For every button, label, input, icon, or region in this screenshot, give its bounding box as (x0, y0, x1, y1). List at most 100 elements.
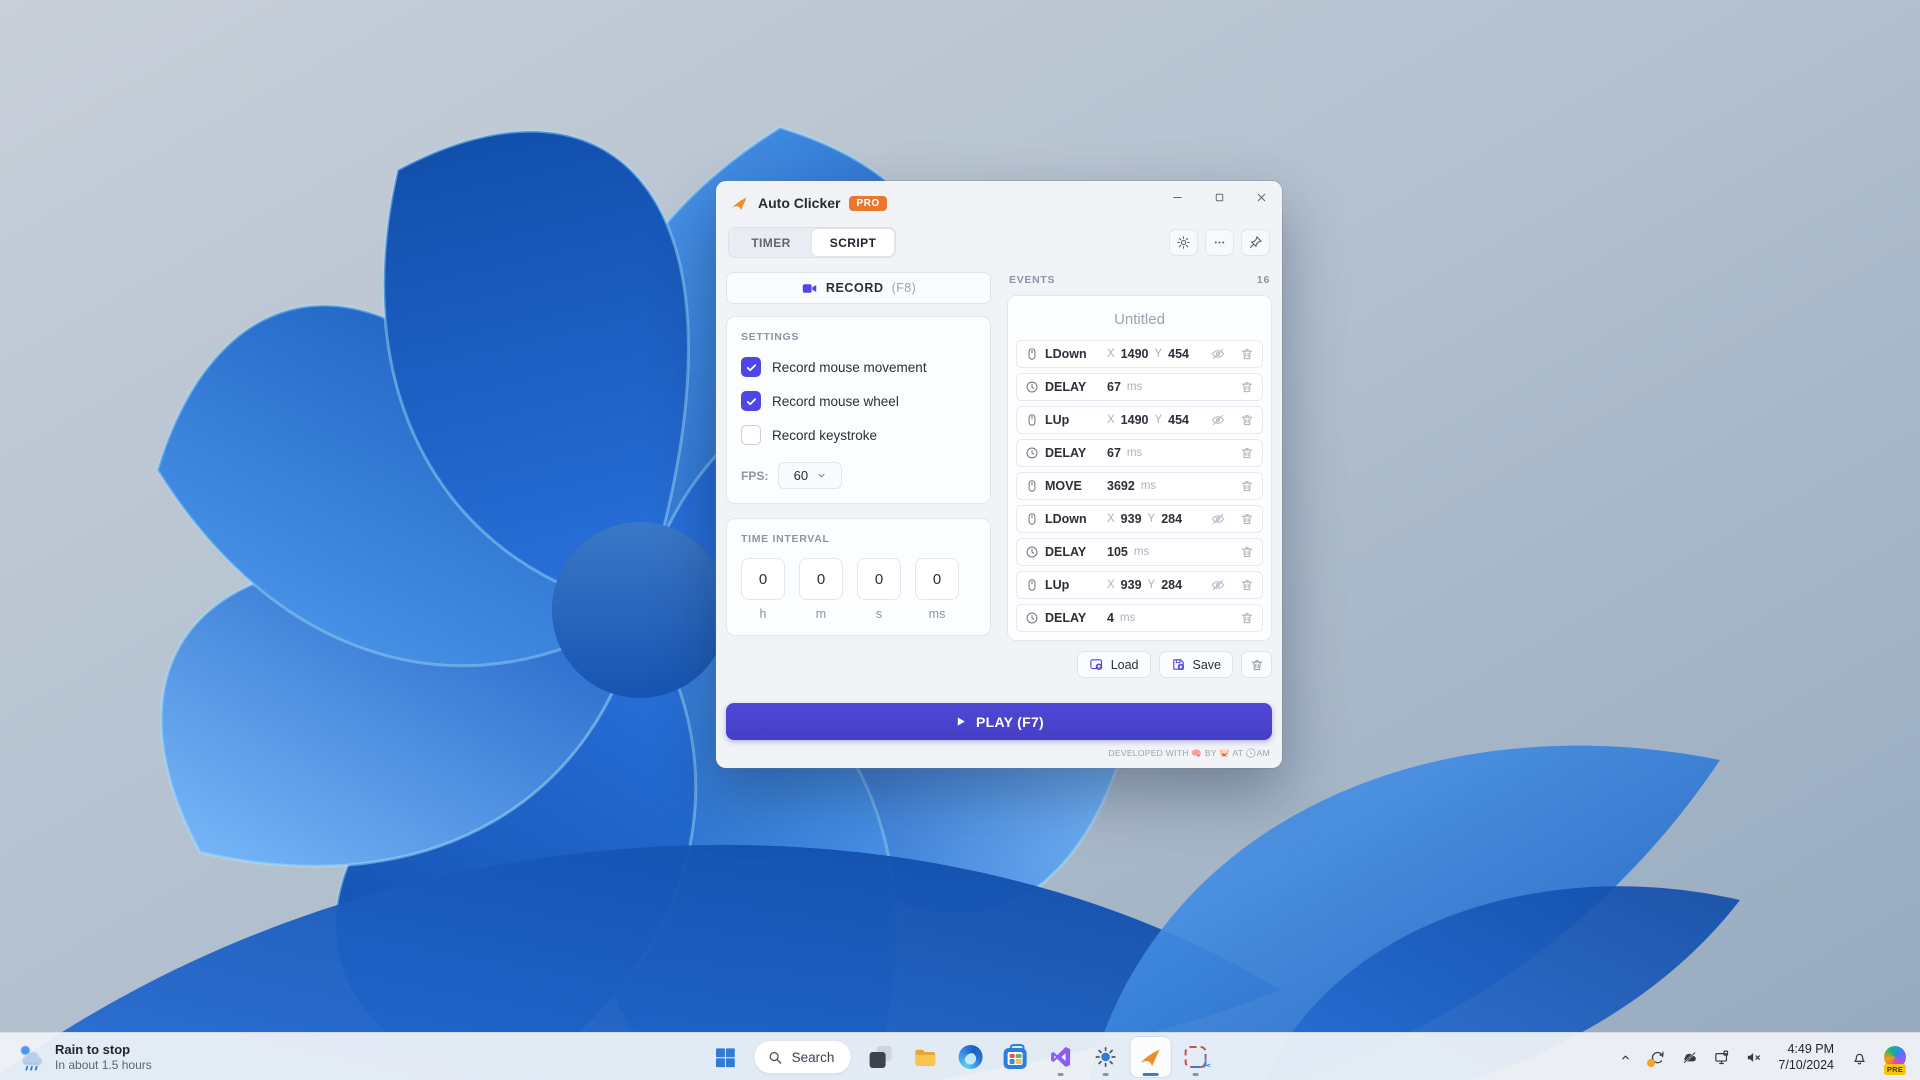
fps-select[interactable]: 60 (778, 462, 842, 489)
running-indicator (1192, 1073, 1198, 1076)
option-record-mouse-wheel[interactable]: Record mouse wheel (741, 391, 976, 411)
ellipsis-icon (1212, 235, 1227, 250)
tray-time: 4:49 PM (1778, 1041, 1834, 1057)
volume-button[interactable] (1740, 1042, 1766, 1072)
event-row[interactable]: LUp X 1490 Y 454 (1016, 406, 1263, 434)
eye-icon[interactable] (1210, 346, 1226, 362)
checkbox-unchecked[interactable] (741, 425, 761, 445)
trash-icon[interactable] (1240, 611, 1254, 625)
settings-card: SETTINGS Record mouse movement Record mo… (726, 316, 991, 504)
tray-date: 7/10/2024 (1778, 1057, 1834, 1073)
mouse-icon (1025, 413, 1039, 427)
hours-input[interactable]: 0 (741, 558, 785, 600)
visual-studio-icon (1048, 1045, 1072, 1069)
maximize-button[interactable] (1198, 181, 1240, 213)
network-button[interactable] (1708, 1042, 1734, 1072)
clock-icon (1025, 611, 1039, 625)
chevron-up-icon (1619, 1051, 1632, 1064)
event-row[interactable]: DELAY 67 ms (1016, 373, 1263, 401)
event-row[interactable]: LUp X 939 Y 284 (1016, 571, 1263, 599)
visual-studio-button[interactable] (1040, 1037, 1080, 1077)
pin-button[interactable] (1241, 229, 1270, 256)
option-record-mouse-movement[interactable]: Record mouse movement (741, 357, 976, 377)
microsoft-store-button[interactable] (995, 1037, 1035, 1077)
event-row[interactable]: DELAY 105 ms (1016, 538, 1263, 566)
display-ethernet-icon (1713, 1049, 1730, 1066)
active-indicator (1142, 1073, 1158, 1076)
notifications-button[interactable] (1846, 1042, 1872, 1072)
taskbar: Rain to stop In about 1.5 hours Search (0, 1032, 1920, 1080)
tab-timer[interactable]: TIMER (730, 229, 812, 256)
event-row[interactable]: DELAY 67 ms (1016, 439, 1263, 467)
event-row[interactable]: LDown X 939 Y 284 (1016, 505, 1263, 533)
record-button[interactable]: RECORD (F8) (726, 272, 991, 304)
gear-center-dot (1101, 1053, 1109, 1061)
auto-clicker-taskbar-button[interactable] (1130, 1037, 1170, 1077)
play-button[interactable]: PLAY (F7) (726, 703, 1272, 740)
play-icon (954, 715, 967, 728)
onedrive-status-button[interactable] (1676, 1042, 1702, 1072)
trash-icon[interactable] (1240, 446, 1254, 460)
auto-clicker-icon (1138, 1045, 1163, 1070)
load-icon (1089, 657, 1104, 672)
event-row[interactable]: LDown X 1490 Y 454 (1016, 340, 1263, 368)
minutes-unit: m (816, 607, 826, 621)
record-label: RECORD (826, 281, 884, 295)
checkbox-checked[interactable] (741, 391, 761, 411)
attention-dot (1647, 1059, 1655, 1067)
snipping-tool-button[interactable]: ✂ (1175, 1037, 1215, 1077)
minutes-input[interactable]: 0 (799, 558, 843, 600)
update-status-button[interactable] (1644, 1042, 1670, 1072)
events-heading: EVENTS (1009, 274, 1055, 286)
app-logo-icon (730, 194, 749, 213)
save-button[interactable]: Save (1159, 651, 1234, 678)
seconds-input[interactable]: 0 (857, 558, 901, 600)
script-name-input[interactable]: Untitled (1016, 306, 1263, 332)
file-explorer-button[interactable] (905, 1037, 945, 1077)
trash-icon[interactable] (1240, 479, 1254, 493)
rain-cloud-icon (16, 1042, 46, 1072)
trash-icon[interactable] (1240, 578, 1254, 592)
mouse-icon (1025, 512, 1039, 526)
trash-icon[interactable] (1240, 413, 1254, 427)
windows-logo-icon (713, 1046, 736, 1069)
load-button[interactable]: Load (1077, 651, 1151, 678)
option-record-keystroke[interactable]: Record keystroke (741, 425, 976, 445)
check-icon (745, 361, 758, 374)
eye-icon[interactable] (1210, 577, 1226, 593)
task-view-button[interactable] (860, 1037, 900, 1077)
fps-label: FPS: (741, 469, 768, 483)
minimize-button[interactable] (1156, 181, 1198, 213)
start-button[interactable] (705, 1037, 745, 1077)
pro-badge: PRO (849, 196, 886, 211)
clear-events-button[interactable] (1241, 651, 1272, 678)
check-icon (745, 395, 758, 408)
video-camera-icon (801, 280, 818, 297)
close-button[interactable] (1240, 181, 1282, 213)
events-count: 16 (1257, 274, 1270, 286)
titlebar: Auto Clicker PRO (716, 181, 1282, 225)
weather-widget[interactable]: Rain to stop In about 1.5 hours (10, 1033, 158, 1080)
checkbox-checked[interactable] (741, 357, 761, 377)
more-options-button[interactable] (1205, 229, 1234, 256)
store-icon (1004, 1048, 1027, 1069)
settings-button[interactable] (1169, 229, 1198, 256)
copilot-button[interactable]: PRE (1878, 1037, 1912, 1077)
tab-script[interactable]: SCRIPT (812, 229, 894, 256)
trash-icon[interactable] (1240, 347, 1254, 361)
clock[interactable]: 4:49 PM 7/10/2024 (1772, 1041, 1840, 1074)
edge-button[interactable] (950, 1037, 990, 1077)
event-row[interactable]: MOVE 3692 ms (1016, 472, 1263, 500)
milliseconds-input[interactable]: 0 (915, 558, 959, 600)
tray-chevron-button[interactable] (1612, 1042, 1638, 1072)
settings-app-button[interactable] (1085, 1037, 1125, 1077)
trash-icon[interactable] (1240, 380, 1254, 394)
eye-icon[interactable] (1210, 511, 1226, 527)
eye-icon[interactable] (1210, 412, 1226, 428)
trash-icon[interactable] (1240, 512, 1254, 526)
trash-icon[interactable] (1240, 545, 1254, 559)
tab-group: TIMER SCRIPT (728, 227, 896, 258)
toolbar-row: TIMER SCRIPT (716, 227, 1282, 258)
event-row[interactable]: DELAY 4 ms (1016, 604, 1263, 632)
taskbar-search[interactable]: Search (754, 1040, 852, 1074)
